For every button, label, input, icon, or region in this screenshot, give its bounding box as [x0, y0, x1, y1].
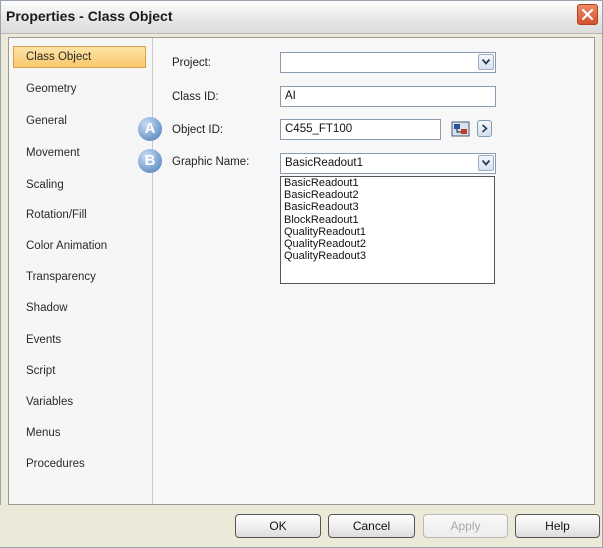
sidebar-item-geometry[interactable]: Geometry — [13, 78, 146, 100]
graphic-name-value: BasicReadout1 — [285, 157, 363, 169]
sidebar-item-color-animation[interactable]: Color Animation — [13, 235, 146, 257]
list-item[interactable]: QualityReadout1 — [281, 226, 494, 238]
sidebar-item-label: Menus — [26, 427, 61, 439]
sidebar-item-general[interactable]: General — [13, 110, 146, 132]
graphic-name-dropdown-button[interactable] — [478, 155, 494, 171]
sidebar-item-label: Rotation/Fill — [26, 209, 87, 221]
sidebar-item-movement[interactable]: Movement — [13, 142, 146, 164]
graphic-name-label: Graphic Name: — [172, 156, 250, 168]
object-browse-button[interactable] — [451, 120, 471, 138]
callout-marker-b: B — [138, 149, 162, 173]
close-button[interactable] — [577, 4, 598, 25]
sidebar: Class Object Geometry General Movement S… — [9, 38, 153, 504]
ok-button[interactable]: OK — [235, 514, 321, 538]
graphic-name-listbox[interactable]: BasicReadout1 BasicReadout2 BasicReadout… — [280, 176, 495, 284]
window-title: Properties - Class Object — [6, 8, 173, 24]
object-id-value: C455_FT100 — [285, 123, 353, 135]
list-item[interactable]: BlockReadout1 — [281, 214, 494, 226]
chevron-right-icon — [481, 124, 488, 133]
sidebar-item-label: Class Object — [26, 51, 92, 63]
sidebar-item-label: Geometry — [26, 83, 77, 95]
list-item[interactable]: BasicReadout3 — [281, 201, 494, 213]
sidebar-item-label: Variables — [26, 396, 74, 408]
project-dropdown-button[interactable] — [478, 54, 494, 70]
project-label: Project: — [172, 57, 211, 69]
sidebar-item-scaling[interactable]: Scaling — [13, 174, 146, 196]
sidebar-item-label: Movement — [26, 147, 80, 159]
chevron-down-icon — [482, 160, 490, 166]
close-icon — [581, 8, 594, 21]
sidebar-item-label: Procedures — [26, 458, 85, 470]
list-item[interactable]: QualityReadout2 — [281, 238, 494, 250]
sidebar-item-shadow[interactable]: Shadow — [13, 297, 146, 319]
class-id-value: AI — [285, 90, 296, 102]
sidebar-item-label: Color Animation — [26, 240, 108, 252]
sidebar-item-transparency[interactable]: Transparency — [13, 266, 146, 288]
cancel-button[interactable]: Cancel — [328, 514, 415, 538]
sidebar-item-label: General — [26, 115, 67, 127]
sidebar-item-label: Events — [26, 334, 62, 346]
sidebar-item-label: Scaling — [26, 179, 64, 191]
class-id-field[interactable]: AI — [280, 86, 496, 107]
object-browse-icon — [451, 121, 470, 137]
sidebar-item-label: Script — [26, 365, 56, 377]
sidebar-item-label: Shadow — [26, 302, 68, 314]
project-dropdown[interactable] — [280, 52, 496, 73]
sidebar-item-script[interactable]: Script — [13, 360, 146, 382]
sidebar-item-label: Transparency — [26, 271, 96, 283]
object-id-label: Object ID: — [172, 124, 224, 136]
sidebar-item-variables[interactable]: Variables — [13, 391, 146, 413]
sidebar-item-menus[interactable]: Menus — [13, 422, 146, 444]
class-id-label: Class ID: — [172, 91, 219, 103]
title-bar[interactable]: Properties - Class Object — [1, 1, 602, 34]
sidebar-item-class-object[interactable]: Class Object — [13, 46, 146, 68]
sidebar-item-procedures[interactable]: Procedures — [13, 453, 146, 475]
help-button[interactable]: Help — [515, 514, 600, 538]
list-item[interactable]: BasicReadout1 — [281, 177, 494, 189]
apply-button[interactable]: Apply — [423, 514, 508, 538]
chevron-down-icon — [482, 59, 490, 65]
object-id-field[interactable]: C455_FT100 — [280, 119, 441, 140]
sidebar-item-rotation-fill[interactable]: Rotation/Fill — [13, 204, 146, 226]
list-item[interactable]: BasicReadout2 — [281, 189, 494, 201]
list-item[interactable]: QualityReadout3 — [281, 250, 494, 262]
sidebar-item-events[interactable]: Events — [13, 329, 146, 351]
callout-marker-a: A — [138, 117, 162, 141]
graphic-name-dropdown[interactable]: BasicReadout1 — [280, 153, 496, 174]
object-id-expand-button[interactable] — [477, 120, 492, 137]
